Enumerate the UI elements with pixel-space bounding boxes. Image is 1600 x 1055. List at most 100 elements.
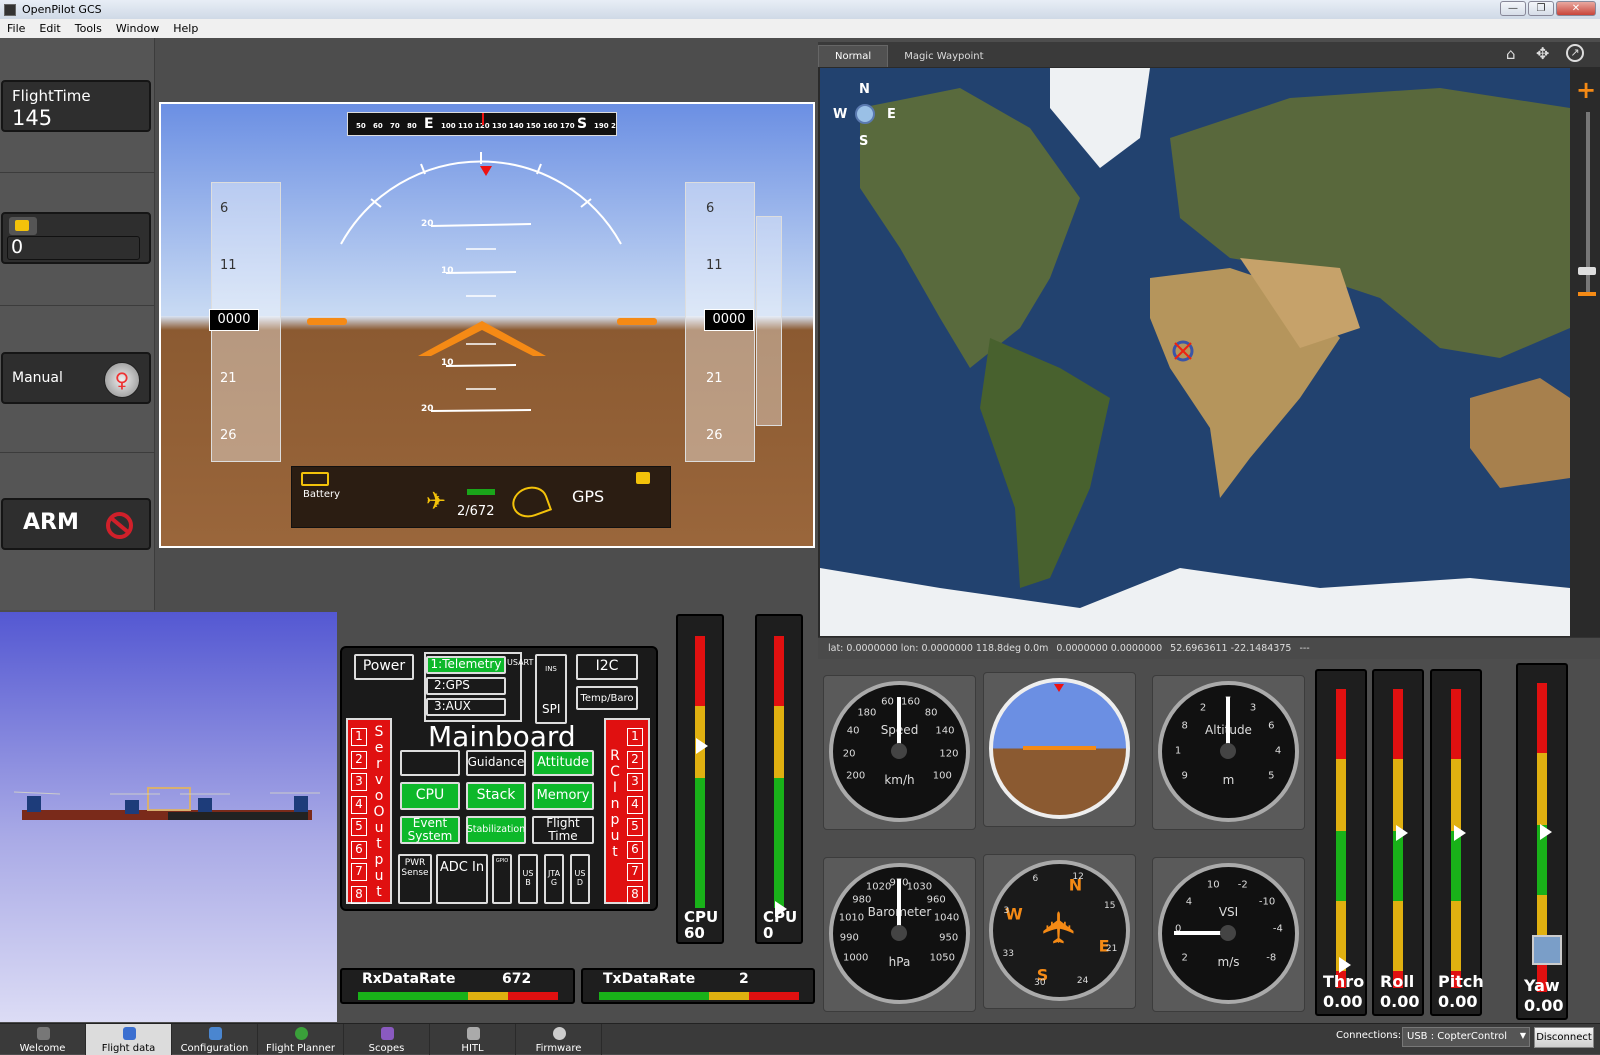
compass-number: 30 [1034, 977, 1046, 988]
globe-icon [295, 1027, 308, 1040]
disconnect-button[interactable]: Disconnect [1534, 1027, 1594, 1048]
home-icon[interactable]: ⌂ [1506, 45, 1516, 63]
yaw-reset-icon[interactable] [1532, 935, 1562, 965]
map-status-home: 0.0000000 0.0000000 [1056, 643, 1163, 654]
menu-help[interactable]: Help [166, 22, 205, 35]
connection-value: USB : CopterControl [1407, 1031, 1508, 1042]
tab-firmware[interactable]: Firmware [516, 1024, 602, 1055]
wrench-icon [209, 1027, 222, 1040]
event-system-indicator: Event System [400, 816, 460, 844]
compass-number: 12 [1072, 872, 1084, 883]
battery-label: Battery [303, 489, 341, 500]
pitch-label-20-down: 20 [421, 404, 434, 414]
menu-edit[interactable]: Edit [32, 22, 67, 35]
center-map-icon[interactable]: ✥ [1536, 44, 1549, 63]
tab-flight-data[interactable]: Flight data [86, 1024, 172, 1055]
battery-value: 0 [11, 236, 24, 258]
alt-tick-6: 6 [706, 201, 715, 216]
heading-tick: 50 [356, 122, 366, 130]
rc-channel: 2 [627, 750, 643, 769]
stick-label: Thro [1323, 972, 1365, 991]
menu-file[interactable]: File [0, 22, 32, 35]
heading-tick: 170 [560, 122, 575, 130]
heading-tick: 110 [458, 122, 473, 130]
flight-mode-panel: Manual ♀ [1, 352, 151, 404]
tab-normal[interactable]: Normal [818, 45, 889, 67]
gpio-indicator: GPIO [492, 854, 512, 904]
zoom-in-icon[interactable]: + [1576, 76, 1596, 104]
stick-value: 0.00 [1323, 992, 1363, 1011]
link-value: 2/672 [457, 504, 495, 519]
speed-tick-label: 60 [881, 696, 894, 708]
servo-channel: 6 [351, 840, 367, 859]
heading-marker [482, 113, 484, 125]
tab-scopes[interactable]: Scopes [344, 1024, 430, 1055]
speed-tick-21: 21 [220, 371, 237, 386]
rx-data-rate-meter: RxDataRate 672 [340, 968, 575, 1004]
compass-lock-icon[interactable]: ↗ [1566, 44, 1584, 62]
tab-magic-waypoint[interactable]: Magic Waypoint [888, 46, 999, 67]
power-indicator: Power [354, 654, 414, 680]
vsi-unit: m/s [1217, 955, 1240, 969]
tab-configuration[interactable]: Configuration [172, 1024, 258, 1055]
rc-channel: 3 [627, 773, 643, 791]
flight-mode-knob-icon[interactable]: ♀ [104, 362, 140, 398]
stick-pointer [1339, 956, 1351, 973]
heading-tick: 160 [543, 122, 558, 130]
stick-pointer [1454, 824, 1466, 841]
rc-channel: 4 [627, 795, 643, 814]
close-button[interactable]: ✕ [1556, 1, 1596, 16]
cpu-meter-1-pointer [696, 738, 708, 754]
zoom-handle[interactable] [1578, 267, 1596, 275]
satellite-map[interactable]: N W E S [820, 68, 1570, 636]
compass-number: 33 [1002, 948, 1014, 959]
servo-channel: 5 [351, 818, 367, 836]
compass-number: 15 [1104, 901, 1116, 912]
vsi-dial: 2 0 4 10 -2 -10 -4 -8 VSI m/s [1158, 863, 1299, 1004]
rx-value: 672 [502, 971, 532, 987]
altitude-readout: 0000 [704, 309, 754, 331]
alt-tick-21: 21 [706, 371, 723, 386]
zoom-out-icon[interactable] [1578, 292, 1596, 296]
heading-tick: 60 [373, 122, 383, 130]
stick-meter-pitch: Pitch 0.00 [1430, 669, 1484, 1016]
tab-firmware-label: Firmware [535, 1043, 582, 1054]
model-view-3d[interactable] [0, 612, 337, 1022]
speed-tick-label: 120 [939, 748, 959, 760]
minimize-button[interactable]: — [1500, 1, 1526, 16]
tab-hitl[interactable]: HITL [430, 1024, 516, 1055]
compass-number: 21 [1105, 944, 1118, 955]
stick-label: Pitch [1438, 972, 1484, 991]
arm-panel[interactable]: ARM [1, 498, 151, 550]
map-status-mouse: 52.6963611 -22.1484375 [1170, 643, 1292, 654]
telemetry-indicator: 1:Telemetry [426, 656, 506, 674]
tab-welcome[interactable]: Welcome [0, 1024, 86, 1055]
compass-number: 24 [1076, 975, 1089, 986]
stick-value: 0.00 [1524, 996, 1564, 1015]
map-compass-rose: N W E S [833, 82, 896, 149]
menu-window[interactable]: Window [109, 22, 166, 35]
speed-dial: 20020401806016080140120100Speedkm/h [829, 681, 970, 822]
connection-select[interactable]: USB : CopterControl ▼ [1402, 1027, 1530, 1047]
pitch-label-20-up: 20 [421, 219, 434, 229]
speed-tick-label: 180 [857, 707, 877, 719]
tab-configuration-label: Configuration [180, 1043, 249, 1054]
gps-label: GPS [572, 487, 605, 506]
zoom-track[interactable] [1586, 112, 1590, 292]
map-panel: Normal Magic Waypoint ⌂ ✥ ↗ N W E S + [818, 42, 1600, 649]
pwr-sense-indicator: PWR Sense [398, 854, 432, 904]
cpu-meter-2-value: 0 [763, 924, 774, 942]
tab-welcome-label: Welcome [19, 1043, 66, 1054]
battery-panel: 0 [1, 212, 151, 264]
pitch-label-10-up: 10 [441, 266, 454, 276]
speed-unit: km/h [884, 773, 915, 787]
flight-time-panel: FlightTime 145 [1, 80, 151, 132]
speed-tick-26: 26 [220, 428, 237, 443]
memory-indicator: Memory [532, 782, 594, 810]
left-status-column: FlightTime 145 0 Manual ♀ ARM [0, 38, 155, 610]
maximize-button[interactable]: ❐ [1528, 1, 1554, 16]
tab-flight-planner[interactable]: Flight Planner [258, 1024, 344, 1055]
menu-tools[interactable]: Tools [68, 22, 109, 35]
stabilization-indicator: Stabilization [466, 816, 526, 844]
empty-indicator [400, 750, 460, 776]
